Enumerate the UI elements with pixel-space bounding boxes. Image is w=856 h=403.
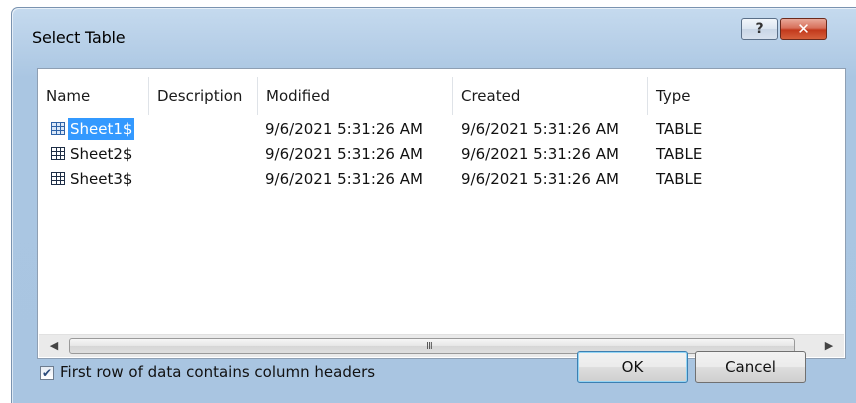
- close-button[interactable]: ✕: [780, 18, 827, 40]
- row-modified: 9/6/2021 5:31:26 AM: [265, 145, 423, 163]
- row-created: 9/6/2021 5:31:26 AM: [461, 170, 619, 188]
- column-header-type[interactable]: Type: [648, 77, 768, 115]
- row-name: Sheet2$: [70, 145, 133, 163]
- row-created: 9/6/2021 5:31:26 AM: [461, 120, 619, 138]
- dialog-title: Select Table: [32, 28, 126, 47]
- table-row[interactable]: Sheet2$ 9/6/2021 5:31:26 AM 9/6/2021 5:3…: [38, 142, 845, 167]
- column-header-row: Name Description Modified Created Type: [38, 77, 845, 115]
- row-type: TABLE: [656, 170, 703, 188]
- first-row-headers-label[interactable]: First row of data contains column header…: [60, 363, 375, 381]
- column-header-name[interactable]: Name: [38, 77, 149, 115]
- ok-button[interactable]: OK: [577, 351, 688, 383]
- table-row[interactable]: Sheet1$ 9/6/2021 5:31:26 AM 9/6/2021 5:3…: [38, 117, 845, 142]
- table-icon: [51, 122, 65, 135]
- row-type: TABLE: [656, 145, 703, 163]
- cancel-button[interactable]: Cancel: [695, 351, 806, 383]
- table-icon: [51, 147, 65, 160]
- table-list[interactable]: Name Description Modified Created Type S…: [37, 68, 846, 359]
- background-window-strip: [0, 0, 856, 6]
- close-icon: ✕: [797, 20, 810, 38]
- row-created: 9/6/2021 5:31:26 AM: [461, 145, 619, 163]
- help-icon: ?: [755, 21, 764, 37]
- row-name: Sheet1$: [68, 118, 135, 140]
- scrollbar-grip: III: [426, 341, 433, 352]
- scroll-right-icon[interactable]: ▶: [818, 335, 840, 357]
- row-modified: 9/6/2021 5:31:26 AM: [265, 120, 423, 138]
- row-type: TABLE: [656, 120, 703, 138]
- table-icon: [51, 172, 65, 185]
- checkmark-icon: ✔: [41, 366, 53, 380]
- row-modified: 9/6/2021 5:31:26 AM: [265, 170, 423, 188]
- column-header-created[interactable]: Created: [453, 77, 648, 115]
- first-row-headers-checkbox[interactable]: ✔: [40, 366, 54, 380]
- help-button[interactable]: ?: [741, 18, 778, 40]
- select-table-dialog: Select Table ? ✕ Name Description Modifi…: [11, 7, 856, 403]
- scroll-left-icon[interactable]: ◀: [43, 335, 65, 357]
- column-header-description[interactable]: Description: [149, 77, 258, 115]
- column-header-modified[interactable]: Modified: [258, 77, 453, 115]
- row-name: Sheet3$: [70, 170, 133, 188]
- table-rows: Sheet1$ 9/6/2021 5:31:26 AM 9/6/2021 5:3…: [38, 117, 845, 192]
- table-row[interactable]: Sheet3$ 9/6/2021 5:31:26 AM 9/6/2021 5:3…: [38, 167, 845, 192]
